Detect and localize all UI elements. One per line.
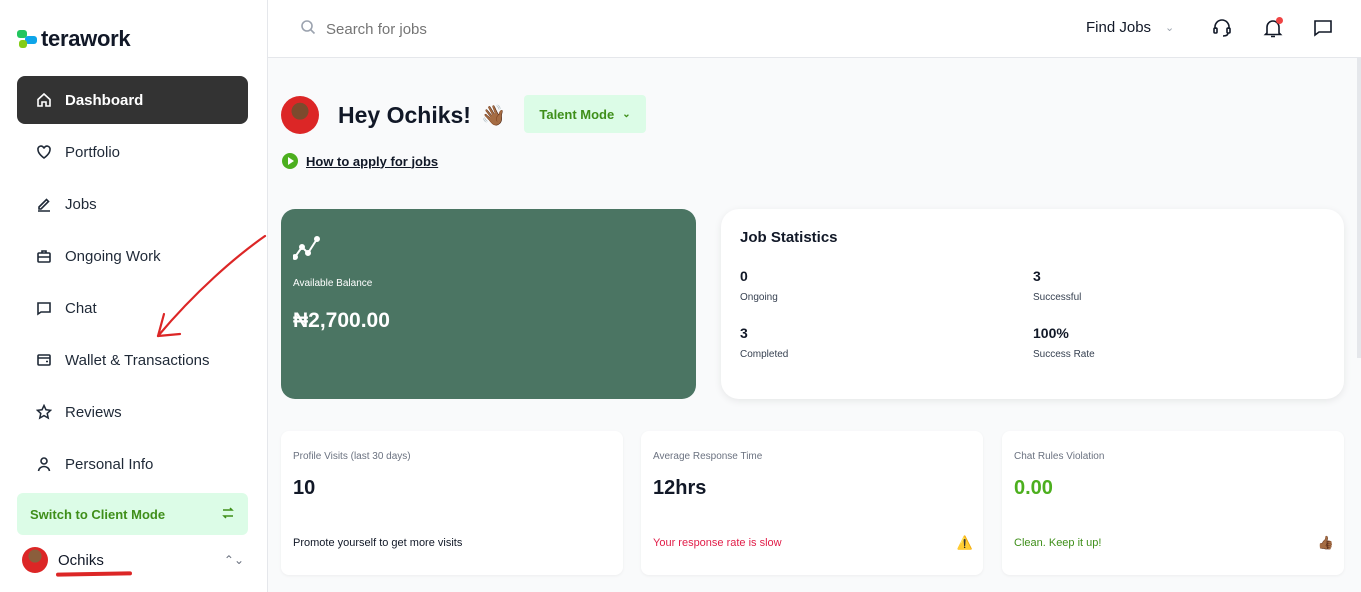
- star-icon: [36, 404, 52, 420]
- sidebar-item-ongoing-work[interactable]: Ongoing Work: [17, 232, 248, 280]
- bell-icon[interactable]: [1262, 17, 1284, 39]
- card-footer: Clean. Keep it up!: [1014, 537, 1102, 549]
- sidebar-item-chat[interactable]: Chat: [17, 284, 248, 332]
- stat-value: 3: [1033, 268, 1041, 284]
- headset-support-icon[interactable]: [1211, 17, 1233, 39]
- sidebar-item-reviews[interactable]: Reviews: [17, 388, 248, 436]
- stat-label: Success Rate: [1033, 349, 1095, 360]
- user-menu[interactable]: Ochiks ⌃⌄: [22, 544, 244, 576]
- user-icon: [36, 456, 52, 472]
- card-label: Chat Rules Violation: [1014, 451, 1105, 462]
- stat-label: Ongoing: [740, 292, 778, 303]
- stat-value: 0: [740, 268, 748, 284]
- brand-name: terawork: [41, 26, 131, 51]
- briefcase-icon: [36, 248, 52, 264]
- topbar: Find Jobs ⌄: [268, 0, 1361, 58]
- profile-visits-card: Profile Visits (last 30 days) 10 Promote…: [281, 431, 623, 575]
- warning-icon: ⚠️: [956, 535, 973, 550]
- search-input[interactable]: [326, 20, 626, 38]
- scrollbar[interactable]: [1357, 58, 1361, 358]
- sidebar-item-jobs[interactable]: Jobs: [17, 180, 248, 228]
- stat-successful: 3 Successful: [1033, 268, 1081, 303]
- sidebar-item-label: Wallet & Transactions: [65, 351, 210, 369]
- switch-mode-label: Switch to Client Mode: [30, 506, 166, 522]
- terawork-logo[interactable]: terawork: [17, 26, 131, 52]
- home-icon: [36, 92, 52, 108]
- balance-card: Available Balance ₦2,700.00: [281, 209, 696, 399]
- card-label: Average Response Time: [653, 451, 763, 462]
- heart-icon: [36, 144, 52, 160]
- logo-mark-icon: [17, 28, 39, 50]
- chevron-updown-icon: ⌃⌄: [223, 553, 244, 567]
- stat-label: Completed: [740, 349, 789, 360]
- sidebar-item-label: Reviews: [65, 403, 122, 421]
- card-value: 12hrs: [653, 477, 707, 499]
- sidebar-item-label: Dashboard: [65, 91, 144, 109]
- sidebar-item-label: Personal Info: [65, 455, 154, 473]
- user-name: Ochiks: [58, 551, 104, 569]
- sidebar-item-personal-info[interactable]: Personal Info: [17, 440, 248, 488]
- search-bar: [300, 19, 626, 39]
- search-icon: [300, 19, 326, 39]
- sidebar-item-label: Ongoing Work: [65, 247, 161, 265]
- balance-label: Available Balance: [293, 278, 373, 289]
- thumbs-up-icon: 👍🏾: [1317, 535, 1334, 550]
- wave-emoji: 👋🏾: [480, 104, 506, 127]
- card-label: Profile Visits (last 30 days): [293, 451, 411, 462]
- job-statistics-card: Job Statistics 0 Ongoing 3 Successful 3 …: [721, 209, 1344, 399]
- how-to-apply-label: How to apply for jobs: [306, 153, 439, 169]
- card-value: 10: [293, 477, 316, 499]
- message-icon: [36, 300, 52, 316]
- balance-value: ₦2,700.00: [293, 309, 390, 332]
- wallet-icon: [36, 352, 52, 368]
- stat-label: Successful: [1033, 292, 1082, 303]
- sidebar-item-label: Jobs: [65, 195, 97, 213]
- message-square-icon[interactable]: [1312, 17, 1334, 39]
- greeting-row: Hey Ochiks! 👋🏾: [281, 96, 506, 134]
- stat-ongoing: 0 Ongoing: [740, 268, 778, 303]
- sidebar-item-label: Portfolio: [65, 143, 121, 161]
- chevron-down-icon: ⌄: [622, 108, 631, 120]
- sidebar: terawork Dashboard Portfolio Jobs Ongoin…: [0, 0, 268, 592]
- sidebar-item-dashboard[interactable]: Dashboard: [17, 76, 248, 124]
- stat-value: 3: [740, 325, 748, 341]
- card-value: 0.00: [1014, 477, 1053, 499]
- find-jobs-label: Find Jobs: [1086, 19, 1152, 36]
- sidebar-item-wallet[interactable]: Wallet & Transactions: [17, 336, 248, 384]
- sidebar-item-label: Chat: [65, 299, 97, 317]
- chevron-down-icon: ⌄: [1165, 22, 1175, 34]
- find-jobs-dropdown[interactable]: Find Jobs ⌄: [1086, 19, 1174, 36]
- talent-mode-label: Talent Mode: [539, 106, 615, 122]
- stat-value: 100%: [1033, 325, 1069, 341]
- notification-dot: [1276, 17, 1283, 24]
- trend-line-icon: [293, 236, 320, 260]
- card-footer: Promote yourself to get more visits: [293, 537, 463, 549]
- avatar: [22, 547, 48, 573]
- greeting-text: Hey Ochiks!: [338, 101, 471, 128]
- response-time-card: Average Response Time 12hrs Your respons…: [641, 431, 983, 575]
- talent-mode-dropdown[interactable]: Talent Mode ⌄: [524, 95, 646, 133]
- sidebar-item-portfolio[interactable]: Portfolio: [17, 128, 248, 176]
- stats-title: Job Statistics: [740, 229, 838, 246]
- card-footer: Your response rate is slow: [653, 537, 782, 549]
- play-icon: [282, 153, 298, 169]
- pen-icon: [36, 196, 52, 212]
- stat-completed: 3 Completed: [740, 325, 788, 360]
- how-to-apply-link[interactable]: How to apply for jobs: [282, 153, 438, 169]
- stat-success-rate: 100% Success Rate: [1033, 325, 1095, 360]
- switch-to-client-mode-button[interactable]: Switch to Client Mode: [17, 493, 248, 535]
- sidebar-nav: Dashboard Portfolio Jobs Ongoing Work Ch…: [17, 76, 248, 492]
- avatar: [281, 96, 319, 134]
- swap-arrows-icon: [221, 506, 235, 523]
- chat-violation-card: Chat Rules Violation 0.00 Clean. Keep it…: [1002, 431, 1344, 575]
